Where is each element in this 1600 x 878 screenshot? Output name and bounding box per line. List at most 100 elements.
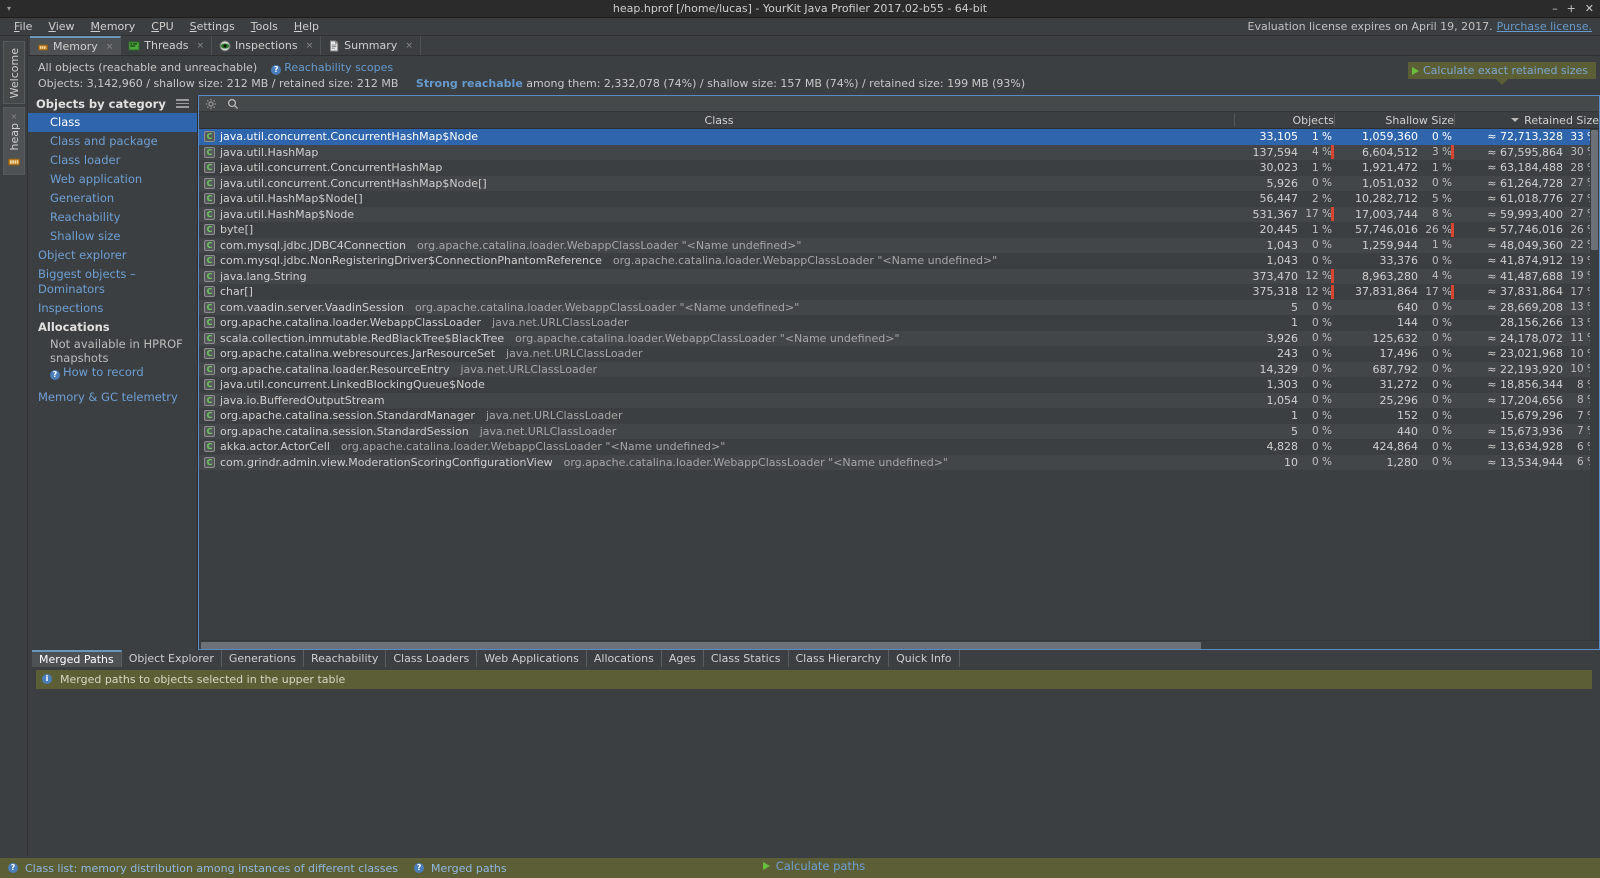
sidebar-item-web-application[interactable]: Web application	[28, 170, 197, 189]
cell-retained-size-value: ≈ 63,184,488	[1487, 161, 1563, 175]
table-row[interactable]: Corg.apache.catalina.loader.WebappClassL…	[199, 315, 1599, 331]
table-row[interactable]: Cbyte[] 20,445 1 % 57,746,016 26 % ≈ 57,746,0…	[199, 222, 1599, 238]
sidebar-item-generation[interactable]: Generation	[28, 189, 197, 208]
horizontal-scroll-thumb[interactable]	[201, 641, 1201, 649]
table-row[interactable]: Cjava.util.concurrent.LinkedBlockingQueu…	[199, 377, 1599, 393]
bottom-tab-merged-paths[interactable]: Merged Paths	[32, 649, 122, 667]
bottom-tab-reachability[interactable]: Reachability	[304, 649, 387, 667]
strong-reachable-link[interactable]: Strong reachable	[416, 77, 523, 90]
close-button[interactable]: ✕	[1585, 2, 1594, 15]
sidebar-item-shallow-size[interactable]: Shallow size	[28, 227, 197, 246]
table-row[interactable]: Cjava.lang.String 373,470 12 % 8,963,280 4 %…	[199, 268, 1599, 284]
calculate-exact-retained-sizes-button[interactable]: Calculate exact retained sizes	[1408, 62, 1596, 85]
cell-shallow-size-percent: 0 %	[1432, 363, 1452, 376]
table-vertical-scrollbar[interactable]	[1590, 129, 1599, 640]
bottom-tab-class-loaders[interactable]: Class Loaders	[386, 649, 478, 667]
vertical-scroll-thumb[interactable]	[1591, 130, 1598, 250]
cell-retained-size-value: ≈ 48,049,360	[1487, 238, 1563, 252]
cell-objects: 33,105 1 %	[1234, 129, 1334, 145]
cell-shallow-size-percent: 26 %	[1424, 222, 1454, 237]
bottom-tab-ages[interactable]: Ages	[662, 649, 704, 667]
hamburger-icon[interactable]	[176, 99, 189, 108]
class-name: scala.collection.immutable.RedBlackTree$…	[220, 331, 505, 345]
tab-threads[interactable]: Threads ×	[121, 36, 213, 55]
column-header-class[interactable]: Class	[199, 112, 1234, 128]
sidebar-item-biggest-objects-dominators[interactable]: Biggest objects – Dominators	[28, 265, 197, 299]
sidebar-item-object-explorer[interactable]: Object explorer	[28, 246, 197, 265]
table-row[interactable]: Cjava.util.HashMap 137,594 4 % 6,604,512 3 %…	[199, 144, 1599, 160]
bottom-tab-allocations[interactable]: Allocations	[587, 649, 662, 667]
sidebar-item-class-and-package[interactable]: Class and package	[28, 132, 197, 151]
table-row[interactable]: Cakka.actor.ActorCell org.apache.catalina…	[199, 439, 1599, 455]
reachability-scopes-link[interactable]: Reachability scopes	[284, 61, 393, 74]
table-row[interactable]: Cchar[] 375,318 12 % 37,831,864 17 % ≈ 37,831…	[199, 284, 1599, 300]
class-name: java.util.concurrent.LinkedBlockingQueue…	[220, 378, 485, 392]
table-row[interactable]: Cjava.util.concurrent.ConcurrentHashMap$…	[199, 175, 1599, 191]
table-row[interactable]: Ccom.mysql.jdbc.NonRegisteringDriver$Con…	[199, 253, 1599, 269]
minimize-button[interactable]: –	[1552, 2, 1558, 15]
table-row[interactable]: Ccom.mysql.jdbc.JDBC4Connection org.apach…	[199, 237, 1599, 254]
bottom-tab-generations[interactable]: Generations	[222, 649, 304, 667]
left-tab-welcome[interactable]: Welcome	[3, 41, 25, 105]
table-row[interactable]: Cjava.util.HashMap$Node[] 56,447 2 % 10,282…	[199, 191, 1599, 207]
column-header-retained-size[interactable]: Retained Size	[1454, 112, 1599, 128]
cell-shallow-size: 1,259,944 1 %	[1334, 238, 1454, 254]
column-header-shallow-size[interactable]: Shallow Size	[1334, 112, 1454, 128]
calculate-paths-button[interactable]: Calculate paths	[28, 859, 1600, 873]
tab-summary[interactable]: Summary ×	[321, 36, 421, 55]
bottom-tab-quick-info[interactable]: Quick Info	[889, 649, 960, 667]
table-row[interactable]: Corg.apache.catalina.session.StandardMan…	[199, 408, 1599, 424]
menu-item-help[interactable]: Help	[286, 19, 327, 34]
class-table-body[interactable]: Cjava.util.concurrent.ConcurrentHashMap$…	[199, 129, 1599, 640]
sidebar-item-inspections[interactable]: Inspections	[28, 299, 197, 318]
menu-item-file[interactable]: File	[6, 19, 40, 34]
sidebar-item-memory-gc-telemetry[interactable]: Memory & GC telemetry	[28, 388, 197, 407]
tab-memory[interactable]: Memory ×	[30, 36, 122, 55]
cell-objects-percent: 0 %	[1312, 425, 1332, 438]
table-row[interactable]: Cjava.util.concurrent.ConcurrentHashMap$…	[199, 129, 1599, 145]
bottom-tab-class-hierarchy[interactable]: Class Hierarchy	[789, 649, 890, 667]
sidebar-item-class-loader[interactable]: Class loader	[28, 151, 197, 170]
cell-shallow-size-value: 31,272	[1379, 378, 1419, 392]
bottom-tab-object-explorer[interactable]: Object Explorer	[122, 649, 222, 667]
table-row[interactable]: Cjava.io.BufferedOutputStream 1,054 0 % 25,…	[199, 392, 1599, 408]
table-row[interactable]: Corg.apache.catalina.webresources.JarRes…	[199, 346, 1599, 362]
close-icon[interactable]: ×	[306, 41, 314, 51]
close-icon[interactable]: ×	[11, 112, 18, 121]
close-icon[interactable]: ×	[405, 41, 413, 51]
menu-item-view[interactable]: View	[40, 19, 82, 34]
info-icon: ?	[8, 863, 18, 873]
menu-item-settings[interactable]: Settings	[182, 19, 243, 34]
class-icon: C	[204, 193, 215, 205]
search-icon[interactable]	[227, 98, 239, 110]
column-header-objects[interactable]: Objects	[1234, 112, 1334, 128]
left-tab-heap[interactable]: × heap	[3, 107, 25, 175]
tab-inspections[interactable]: Inspections ×	[212, 36, 322, 55]
maximize-button[interactable]: +	[1567, 2, 1576, 15]
menu-item-cpu[interactable]: CPU	[143, 19, 181, 34]
close-icon[interactable]: ×	[106, 42, 114, 52]
purchase-license-link[interactable]: Purchase license.	[1497, 20, 1592, 33]
sidebar-item-class[interactable]: Class	[28, 113, 197, 132]
table-row[interactable]: Cscala.collection.immutable.RedBlackTree…	[199, 330, 1599, 346]
menu-item-tools[interactable]: Tools	[243, 19, 286, 34]
bottom-tab-web-applications[interactable]: Web Applications	[477, 649, 587, 667]
table-row[interactable]: Ccom.grindr.admin.view.ModerationScoring…	[199, 454, 1599, 470]
table-row[interactable]: Cjava.util.concurrent.ConcurrentHashMap 3…	[199, 160, 1599, 176]
table-row[interactable]: Cjava.util.HashMap$Node 531,367 17 % 17,003…	[199, 206, 1599, 223]
summary-icon	[328, 40, 339, 52]
close-icon[interactable]: ×	[197, 41, 205, 51]
table-row[interactable]: Corg.apache.catalina.loader.ResourceEntr…	[199, 361, 1599, 377]
menu-item-memory[interactable]: Memory	[83, 19, 144, 34]
table-horizontal-scrollbar[interactable]	[199, 639, 1599, 649]
cell-retained-size: ≈ 72,713,328 33 %	[1454, 129, 1599, 145]
table-header-row: Class Objects Shallow Size Retained Size	[199, 112, 1599, 129]
how-to-record-link[interactable]: How to record	[63, 365, 144, 379]
cell-objects: 531,367 17 %	[1234, 207, 1334, 223]
class-icon: C	[204, 131, 215, 143]
table-row[interactable]: Corg.apache.catalina.session.StandardSes…	[199, 423, 1599, 439]
gear-icon[interactable]	[205, 98, 217, 110]
sidebar-item-reachability[interactable]: Reachability	[28, 208, 197, 227]
bottom-tab-class-statics[interactable]: Class Statics	[704, 649, 789, 667]
table-row[interactable]: Ccom.vaadin.server.VaadinSession org.apac…	[199, 299, 1599, 315]
